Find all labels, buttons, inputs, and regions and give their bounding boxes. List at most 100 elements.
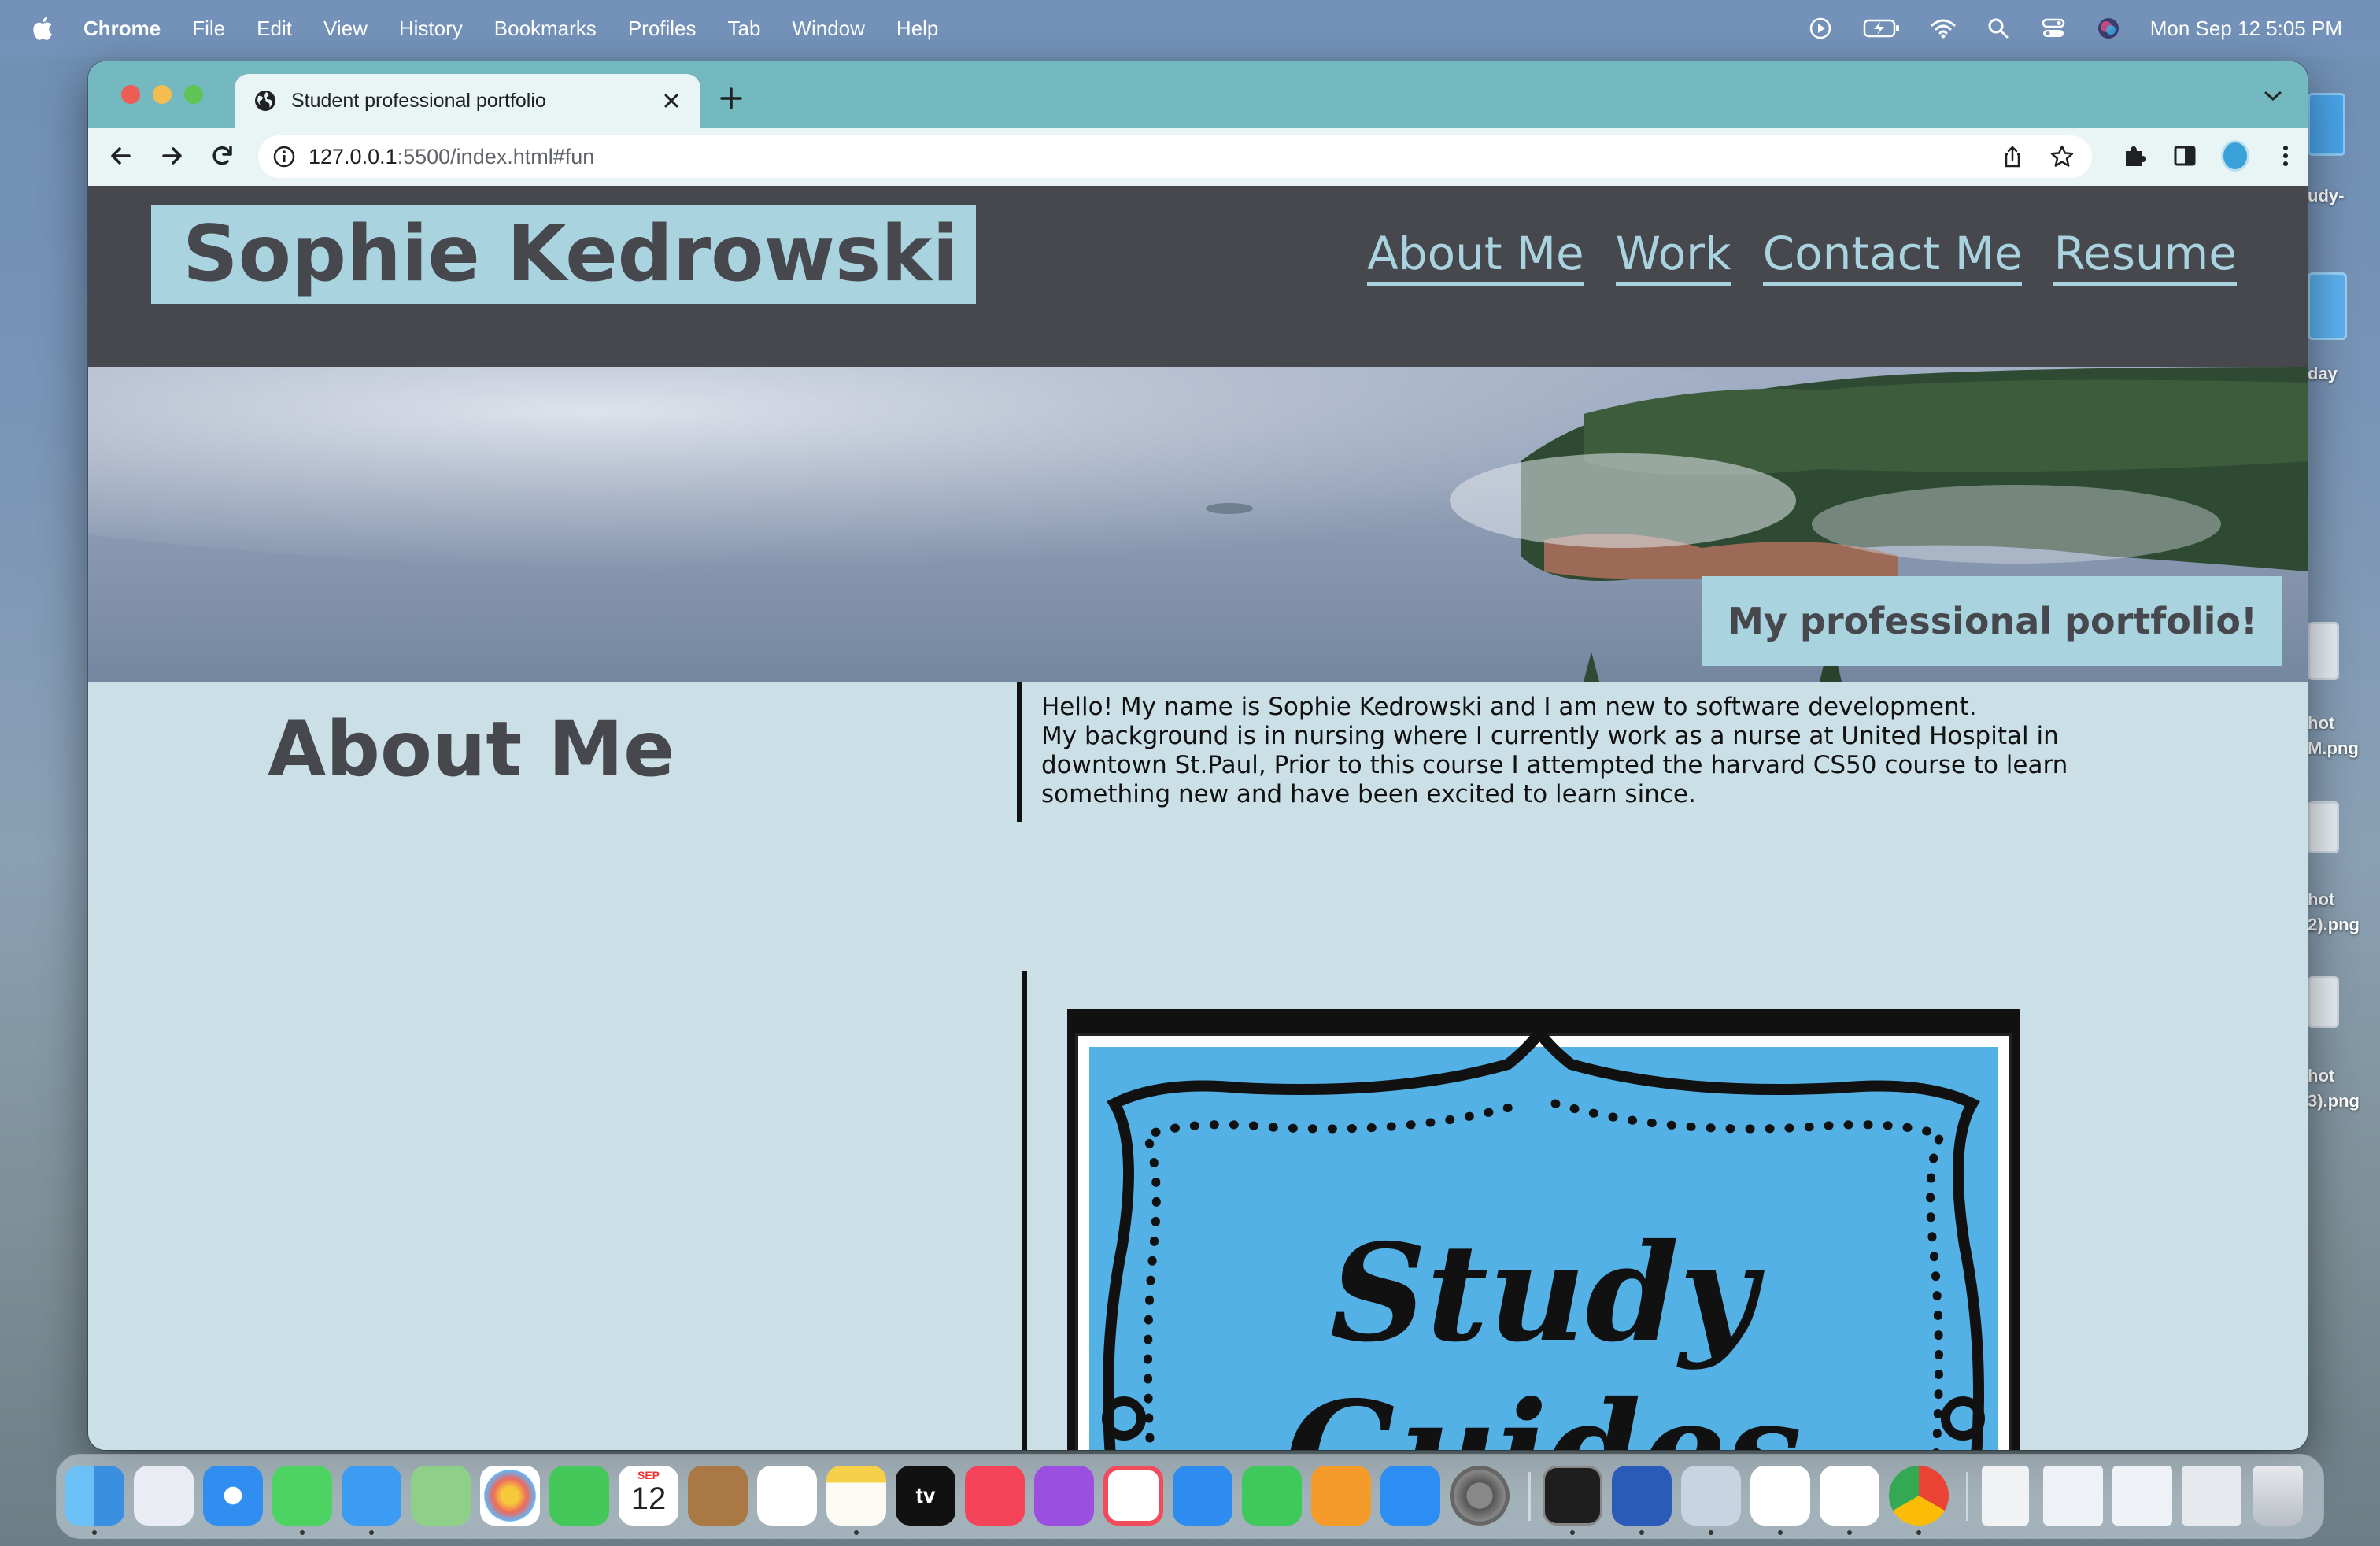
desktop-file-label: 3).png — [2308, 1091, 2360, 1111]
trash-icon[interactable] — [2252, 1466, 2303, 1526]
running-indicator — [1847, 1530, 1852, 1535]
fullscreen-window-button[interactable] — [184, 85, 203, 104]
word-icon[interactable] — [1612, 1466, 1672, 1526]
terminal-icon[interactable] — [1543, 1466, 1602, 1526]
site-header: Sophie Kedrowski About Me Work Contact M… — [88, 186, 2308, 367]
menu-edit[interactable]: Edit — [257, 17, 292, 41]
desktop-screenshot-thumbnail[interactable] — [2308, 622, 2339, 680]
tv-icon[interactable]: tv — [896, 1466, 955, 1526]
menu-tab[interactable]: Tab — [728, 17, 761, 41]
finder-icon[interactable] — [65, 1466, 124, 1526]
study-guides-image[interactable]: Study Guides — [1067, 1009, 2020, 1450]
side-panel-icon[interactable] — [2171, 142, 2199, 170]
maps-icon[interactable] — [411, 1466, 471, 1526]
menu-view[interactable]: View — [323, 17, 368, 41]
chrome-menu-kebab-icon[interactable] — [2271, 142, 2300, 170]
menu-bar-clock[interactable]: Mon Sep 12 5:05 PM — [2150, 17, 2342, 41]
safari-icon[interactable] — [203, 1466, 263, 1526]
contacts-icon[interactable] — [688, 1466, 748, 1526]
screenshot-thumbnail-icon[interactable] — [2112, 1466, 2172, 1526]
numbers-icon[interactable] — [1242, 1466, 1302, 1526]
facetime-icon[interactable] — [549, 1466, 609, 1526]
vscode-icon[interactable] — [1820, 1466, 1879, 1526]
desktop-file-thumbnail[interactable] — [2308, 93, 2345, 156]
menu-profiles[interactable]: Profiles — [628, 17, 697, 41]
play-icon[interactable] — [1807, 15, 1834, 42]
apple-menu-icon[interactable] — [30, 15, 54, 42]
wifi-icon[interactable] — [1930, 15, 1957, 42]
siri-icon[interactable] — [2095, 15, 2122, 42]
document-stack-icon[interactable] — [1982, 1466, 2029, 1526]
tab-search-chevron-icon[interactable] — [2262, 88, 2284, 104]
running-indicator — [369, 1530, 374, 1535]
app-store-icon[interactable] — [1380, 1466, 1440, 1526]
desktop-screenshot-thumbnail[interactable] — [2308, 976, 2339, 1028]
screenshot-thumbnail-icon[interactable] — [2043, 1466, 2103, 1526]
podcasts-icon[interactable] — [1034, 1466, 1094, 1526]
messages-icon[interactable] — [272, 1466, 332, 1526]
slack-icon[interactable] — [1750, 1466, 1810, 1526]
tab-student-portfolio[interactable]: Student professional portfolio — [235, 74, 700, 128]
music-icon[interactable] — [965, 1466, 1025, 1526]
address-bar[interactable]: 127.0.0.1:5500/index.html#fun — [258, 135, 2092, 178]
menu-app-name[interactable]: Chrome — [83, 17, 161, 41]
site-info-icon[interactable] — [272, 145, 296, 168]
page-viewport: Sophie Kedrowski About Me Work Contact M… — [88, 186, 2308, 1450]
photos-icon[interactable] — [480, 1466, 540, 1526]
hero-banner: My professional portfolio! — [88, 367, 2308, 682]
preview-icon[interactable] — [1681, 1466, 1741, 1526]
keynote-icon[interactable] — [1173, 1466, 1232, 1526]
nav-about-me[interactable]: About Me — [1367, 225, 1584, 286]
running-indicator — [1570, 1530, 1575, 1535]
url-host: 127.0.0.1 — [309, 144, 397, 168]
menu-help[interactable]: Help — [896, 17, 938, 41]
menu-history[interactable]: History — [399, 17, 463, 41]
control-center-icon[interactable] — [2040, 15, 2067, 42]
spotlight-search-icon[interactable] — [1985, 15, 2012, 42]
extensions-puzzle-icon[interactable] — [2120, 142, 2149, 170]
desktop-folder-icon[interactable] — [2308, 272, 2347, 340]
nav-contact-me[interactable]: Contact Me — [1762, 225, 2023, 286]
hero-tagline: My professional portfolio! — [1702, 576, 2282, 666]
reload-icon[interactable] — [208, 142, 236, 170]
bookmark-star-icon[interactable] — [2049, 144, 2075, 169]
profile-avatar[interactable] — [2221, 140, 2249, 172]
desktop-screenshot-thumbnail[interactable] — [2308, 801, 2339, 853]
running-indicator — [1778, 1530, 1783, 1535]
menu-bar-status-area: Mon Sep 12 5:05 PM — [1779, 0, 2342, 57]
about-me-text: Hello! My name is Sophie Kedrowski and I… — [1017, 682, 2134, 822]
launchpad-icon[interactable] — [134, 1466, 194, 1526]
screenshot-thumbnail-icon[interactable] — [2182, 1466, 2241, 1526]
close-tab-icon[interactable] — [660, 89, 683, 113]
back-arrow-icon[interactable] — [107, 142, 135, 170]
battery-icon[interactable] — [1862, 15, 1901, 42]
site-name: Sophie Kedrowski — [151, 205, 977, 304]
news-icon[interactable] — [1103, 1466, 1163, 1526]
notes-icon[interactable] — [826, 1466, 886, 1526]
tab-strip: Student professional portfolio — [88, 61, 2308, 128]
globe-icon — [255, 91, 275, 111]
mail-icon[interactable] — [342, 1466, 401, 1526]
running-indicator — [854, 1530, 859, 1535]
system-settings-icon[interactable] — [1450, 1466, 1510, 1526]
desktop-file-label: 2).png — [2308, 915, 2360, 934]
new-tab-plus-icon[interactable] — [718, 85, 745, 112]
close-window-button[interactable] — [121, 85, 140, 104]
nav-resume[interactable]: Resume — [2053, 225, 2237, 286]
desktop-file-label: hot — [2308, 713, 2335, 733]
dock-separator — [1528, 1472, 1531, 1521]
share-icon[interactable] — [2001, 145, 2024, 168]
desktop-file-label: day — [2308, 364, 2338, 383]
minimize-window-button[interactable] — [153, 85, 172, 104]
calendar-icon[interactable]: SEP 12 — [619, 1466, 678, 1526]
menu-window[interactable]: Window — [792, 17, 864, 41]
forward-arrow-icon[interactable] — [157, 142, 186, 170]
pages-icon[interactable] — [1311, 1466, 1371, 1526]
nav-work[interactable]: Work — [1615, 225, 1731, 286]
about-paragraph-1: Hello! My name is Sophie Kedrowski and I… — [1041, 693, 1977, 721]
chrome-icon[interactable] — [1889, 1466, 1949, 1526]
menu-file[interactable]: File — [192, 17, 225, 41]
reminders-icon[interactable] — [757, 1466, 817, 1526]
tab-title: Student professional portfolio — [291, 89, 546, 112]
menu-bookmarks[interactable]: Bookmarks — [494, 17, 597, 41]
